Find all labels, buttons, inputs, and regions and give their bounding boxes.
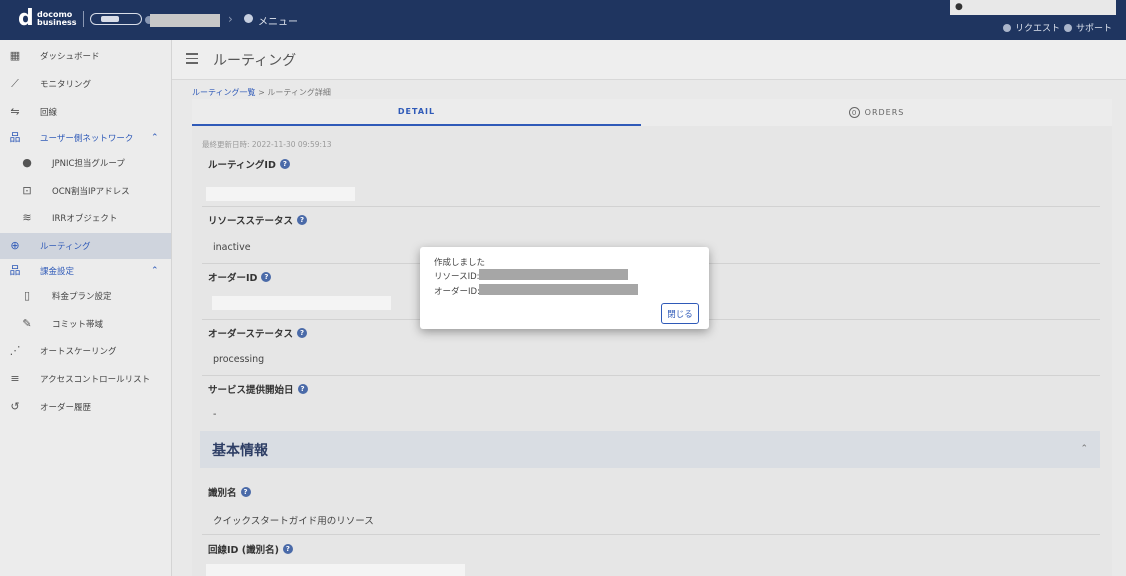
support-link[interactable]: サポート — [1064, 21, 1112, 34]
dialog-resource-id-label: リソースID: — [434, 272, 480, 282]
resource-id-redacted — [479, 269, 628, 280]
dialog-order-id-label: オーダーID: — [434, 287, 480, 297]
request-link[interactable]: リクエスト — [1003, 21, 1060, 34]
tenant-name-redacted[interactable] — [150, 14, 220, 27]
logo-divider — [82, 11, 84, 27]
order-id-redacted — [479, 284, 638, 295]
menu-icon — [244, 14, 253, 23]
dialog-message: 作成しました — [434, 258, 486, 268]
created-dialog: 作成しました リソースID: オーダーID: 閉じる — [420, 247, 709, 329]
user-account-redacted[interactable] — [950, 0, 1116, 15]
ntt-logo — [89, 13, 142, 25]
chevron-right-icon: › — [228, 12, 233, 26]
top-bar: d docomo business › メニュー ● リクエスト サポート — [0, 0, 1126, 40]
docomo-d-mark: d — [18, 6, 34, 31]
bell-icon — [1003, 23, 1011, 32]
user-icon: ● — [955, 2, 963, 12]
logo-text: docomo business — [37, 10, 77, 27]
close-button[interactable]: 閉じる — [661, 303, 699, 324]
menu-link[interactable]: メニュー — [258, 13, 298, 28]
help-icon — [1064, 23, 1072, 32]
